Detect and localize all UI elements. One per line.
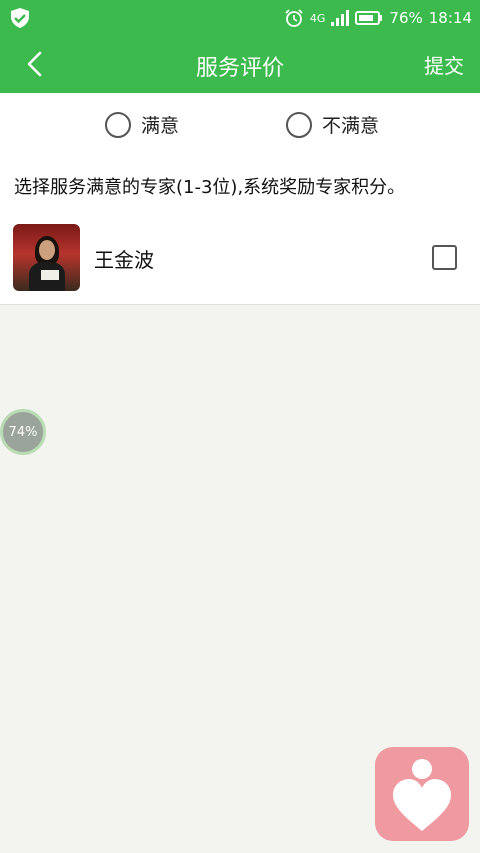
expert-checkbox[interactable] (432, 245, 457, 270)
page-title: 服务评价 (195, 56, 284, 81)
battery-icon (355, 11, 383, 25)
battery-level: 76% (389, 9, 423, 27)
heart-person-icon (393, 759, 451, 831)
instruction-text: 选择服务满意的专家(1-3位),系统奖励专家积分。 (14, 177, 406, 198)
header: 4G 76% 18:14 服务评价 提交 (0, 0, 480, 93)
radio-satisfied[interactable]: 满意 (105, 111, 179, 138)
network-type: 4G (309, 11, 326, 25)
nav-bar: 服务评价 提交 (0, 36, 480, 93)
radio-label: 不满意 (322, 115, 380, 137)
progress-label: 74% (8, 424, 38, 440)
radio-circle[interactable] (105, 111, 131, 138)
shield-check-icon (11, 8, 29, 28)
clock: 18:14 (428, 9, 472, 27)
floating-heart-button[interactable] (375, 747, 469, 841)
radio-label: 满意 (141, 115, 180, 137)
submit-button[interactable]: 提交 (424, 50, 464, 79)
progress-badge: 74% (0, 409, 46, 455)
evaluation-panel: 满意 不满意 选择服务满意的专家(1-3位),系统奖励专家积分。 王金波 (0, 93, 480, 305)
alarm-icon (285, 9, 303, 27)
expert-name: 王金波 (94, 248, 154, 272)
expert-list-item[interactable]: 王金波 (0, 224, 480, 292)
radio-unsatisfied[interactable]: 不满意 (286, 111, 379, 138)
status-bar: 4G 76% 18:14 (0, 0, 480, 36)
expert-avatar (13, 224, 80, 291)
signal-icon (331, 10, 350, 26)
radio-circle[interactable] (286, 111, 312, 138)
